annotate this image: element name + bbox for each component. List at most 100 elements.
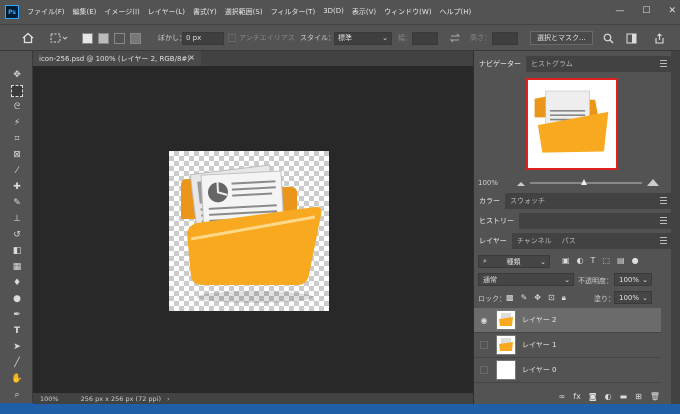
- gradient-tool-icon[interactable]: ▦: [11, 261, 23, 273]
- status-more-icon[interactable]: ›: [167, 395, 170, 403]
- zoom-level[interactable]: 100%: [40, 395, 59, 403]
- layer-row-2[interactable]: ◉ レイヤー 2: [474, 308, 661, 333]
- fill-input[interactable]: 100% ⌄: [614, 291, 652, 304]
- tab-history[interactable]: ヒストリー: [474, 213, 519, 229]
- history-brush-tool-icon[interactable]: ↺: [11, 229, 23, 241]
- menu-item-1[interactable]: 編集(E): [73, 7, 97, 17]
- new-group-icon[interactable]: ▬: [620, 392, 628, 401]
- height-input[interactable]: [492, 31, 518, 45]
- adjustment-layer-icon[interactable]: ◐: [605, 392, 612, 401]
- zoom-in-icon[interactable]: [646, 177, 660, 187]
- navigator-preview[interactable]: [526, 78, 618, 170]
- panel-menu-icon[interactable]: [660, 197, 667, 204]
- panel-menu-icon[interactable]: [660, 217, 667, 224]
- clone-stamp-tool-icon[interactable]: ⊥: [11, 213, 23, 225]
- tab-histogram[interactable]: ヒストグラム: [526, 56, 578, 72]
- lasso-tool-icon[interactable]: ᘓ: [11, 101, 23, 113]
- tab-channels[interactable]: チャンネル: [512, 233, 557, 249]
- visibility-toggle[interactable]: [480, 341, 488, 349]
- zoom-out-icon[interactable]: [516, 179, 526, 187]
- brush-tool-icon[interactable]: ✎: [11, 197, 23, 209]
- layer-name[interactable]: レイヤー 1: [522, 340, 556, 350]
- hand-tool-icon[interactable]: ✋: [11, 373, 23, 385]
- healing-brush-tool-icon[interactable]: ✚: [11, 181, 23, 193]
- document-canvas[interactable]: [169, 151, 329, 311]
- feather-input[interactable]: 0 px: [182, 31, 224, 45]
- subtract-selection-icon[interactable]: [114, 31, 125, 45]
- tab-paths[interactable]: パス: [557, 233, 581, 249]
- tab-navigator[interactable]: ナビゲーター: [474, 56, 526, 72]
- tab-layers[interactable]: レイヤー: [474, 233, 512, 249]
- crop-tool-icon[interactable]: ⌗: [11, 133, 23, 145]
- lock-position-icon[interactable]: ✥: [534, 293, 541, 303]
- shape-filter-icon[interactable]: ⬚: [602, 256, 610, 265]
- eraser-tool-icon[interactable]: ◧: [11, 245, 23, 257]
- lock-image-icon[interactable]: ✎: [521, 293, 528, 303]
- frame-tool-icon[interactable]: ⊠: [11, 149, 23, 161]
- antialias-checkbox[interactable]: [228, 34, 236, 42]
- smart-object-filter-icon[interactable]: ▤: [617, 256, 625, 265]
- menu-item-6[interactable]: フィルター(T): [271, 7, 316, 17]
- menu-item-8[interactable]: 表示(V): [352, 7, 376, 17]
- width-input[interactable]: [412, 31, 438, 45]
- magic-wand-tool-icon[interactable]: ⚡: [11, 117, 23, 129]
- path-selection-tool-icon[interactable]: ➤: [11, 341, 23, 353]
- select-and-mask-button[interactable]: 選択とマスク...: [530, 31, 593, 45]
- layer-style-icon[interactable]: fx: [573, 392, 581, 401]
- marquee-preset-icon[interactable]: [50, 31, 68, 45]
- menu-item-3[interactable]: レイヤー(L): [148, 7, 185, 17]
- layer-row-1[interactable]: レイヤー 1: [474, 333, 661, 358]
- new-selection-icon[interactable]: [82, 31, 93, 45]
- lock-artboard-icon[interactable]: ⊡: [548, 293, 555, 303]
- menu-item-9[interactable]: ウィンドウ(W): [384, 7, 431, 17]
- dodge-tool-icon[interactable]: ●: [11, 293, 23, 305]
- minimize-button[interactable]: —: [615, 6, 624, 16]
- share-icon[interactable]: [654, 31, 665, 45]
- maximize-button[interactable]: ☐: [642, 6, 650, 16]
- layer-row-0[interactable]: レイヤー 0: [474, 358, 661, 383]
- panel-menu-icon[interactable]: [660, 237, 667, 244]
- type-tool-icon[interactable]: T: [11, 325, 23, 337]
- zoom-slider-handle[interactable]: [580, 178, 588, 186]
- menu-item-4[interactable]: 書式(Y): [193, 7, 217, 17]
- home-icon[interactable]: [22, 31, 34, 45]
- document-tab[interactable]: icon-256.psd @ 100% (レイヤー 2, RGB/8#) ×: [33, 51, 201, 66]
- tab-swatches[interactable]: スウォッチ: [505, 193, 550, 209]
- close-button[interactable]: ✕: [668, 6, 676, 16]
- panel-menu-icon[interactable]: [660, 60, 667, 67]
- type-filter-icon[interactable]: T: [591, 256, 596, 265]
- eye-icon[interactable]: ◉: [474, 316, 494, 325]
- pen-tool-icon[interactable]: ✒: [11, 309, 23, 321]
- line-tool-icon[interactable]: ╱: [11, 357, 23, 369]
- tab-color[interactable]: カラー: [474, 193, 505, 209]
- layer-name[interactable]: レイヤー 0: [522, 365, 556, 375]
- delete-layer-icon[interactable]: 🗑︎: [650, 392, 660, 401]
- filter-toggle-icon[interactable]: ●: [632, 256, 639, 265]
- navigator-zoom-value[interactable]: 100%: [478, 179, 498, 187]
- layer-filter-select[interactable]: ⌕ 種類 ⌄: [478, 255, 550, 268]
- style-select[interactable]: 標準 ⌄: [334, 31, 392, 45]
- layer-name[interactable]: レイヤー 2: [522, 315, 556, 325]
- menu-item-10[interactable]: ヘルプ(H): [440, 7, 472, 17]
- workspace-icon[interactable]: [626, 31, 637, 45]
- lock-transparency-icon[interactable]: ▩: [506, 293, 514, 303]
- menu-item-5[interactable]: 選択範囲(S): [225, 7, 263, 17]
- menu-item-7[interactable]: 3D(D): [323, 7, 344, 17]
- adjustment-filter-icon[interactable]: ◐: [577, 256, 584, 265]
- search-icon[interactable]: [603, 31, 614, 45]
- zoom-tool-icon[interactable]: ⌕: [11, 389, 23, 401]
- close-document-icon[interactable]: ×: [188, 53, 195, 62]
- pixel-filter-icon[interactable]: ▣: [562, 256, 570, 265]
- blend-mode-select[interactable]: 通常 ⌄: [478, 273, 574, 286]
- move-tool-icon[interactable]: ✥: [11, 69, 23, 81]
- rectangular-marquee-tool-icon[interactable]: [11, 85, 23, 97]
- add-selection-icon[interactable]: [98, 31, 109, 45]
- new-layer-icon[interactable]: ⊞: [635, 392, 642, 401]
- visibility-toggle[interactable]: [480, 366, 488, 374]
- blur-tool-icon[interactable]: ♦: [11, 277, 23, 289]
- menu-item-0[interactable]: ファイル(F): [27, 7, 65, 17]
- menu-item-2[interactable]: イメージ(I): [104, 7, 139, 17]
- eyedropper-tool-icon[interactable]: ⁄: [11, 165, 23, 177]
- lock-all-icon[interactable]: 🔒︎: [562, 293, 566, 303]
- opacity-input[interactable]: 100% ⌄: [614, 273, 652, 286]
